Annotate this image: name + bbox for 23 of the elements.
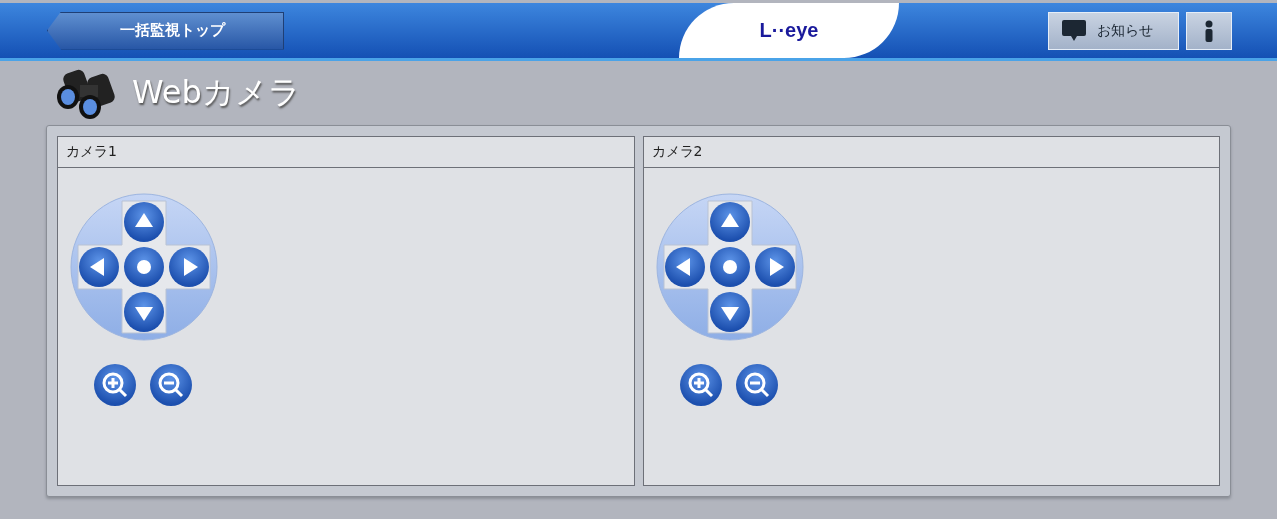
up-button[interactable] <box>709 202 750 242</box>
right-button[interactable] <box>169 247 209 287</box>
back-button[interactable]: 一括監視トップ <box>47 11 284 50</box>
info-button[interactable] <box>1186 11 1232 50</box>
info-icon <box>1204 19 1214 42</box>
notice-button[interactable]: お知らせ <box>1048 11 1179 50</box>
down-button[interactable] <box>709 292 750 332</box>
zoom-in-button[interactable] <box>678 363 723 407</box>
right-button[interactable] <box>754 247 795 287</box>
zoom-in-button[interactable] <box>93 363 137 407</box>
camera-label: カメラ2 <box>651 143 703 161</box>
down-button[interactable] <box>124 292 164 332</box>
up-button[interactable] <box>124 202 164 242</box>
zoom-out-button[interactable] <box>734 363 779 407</box>
speech-bubble-icon <box>1061 18 1087 43</box>
center-button[interactable] <box>124 247 164 287</box>
page-title: Webカメラ <box>132 72 301 113</box>
logo: L··eye <box>759 19 819 42</box>
left-button[interactable] <box>79 247 119 287</box>
left-button[interactable] <box>664 247 705 287</box>
center-button[interactable] <box>709 247 750 287</box>
camera-label: カメラ1 <box>66 143 117 161</box>
zoom-out-button[interactable] <box>149 363 193 407</box>
